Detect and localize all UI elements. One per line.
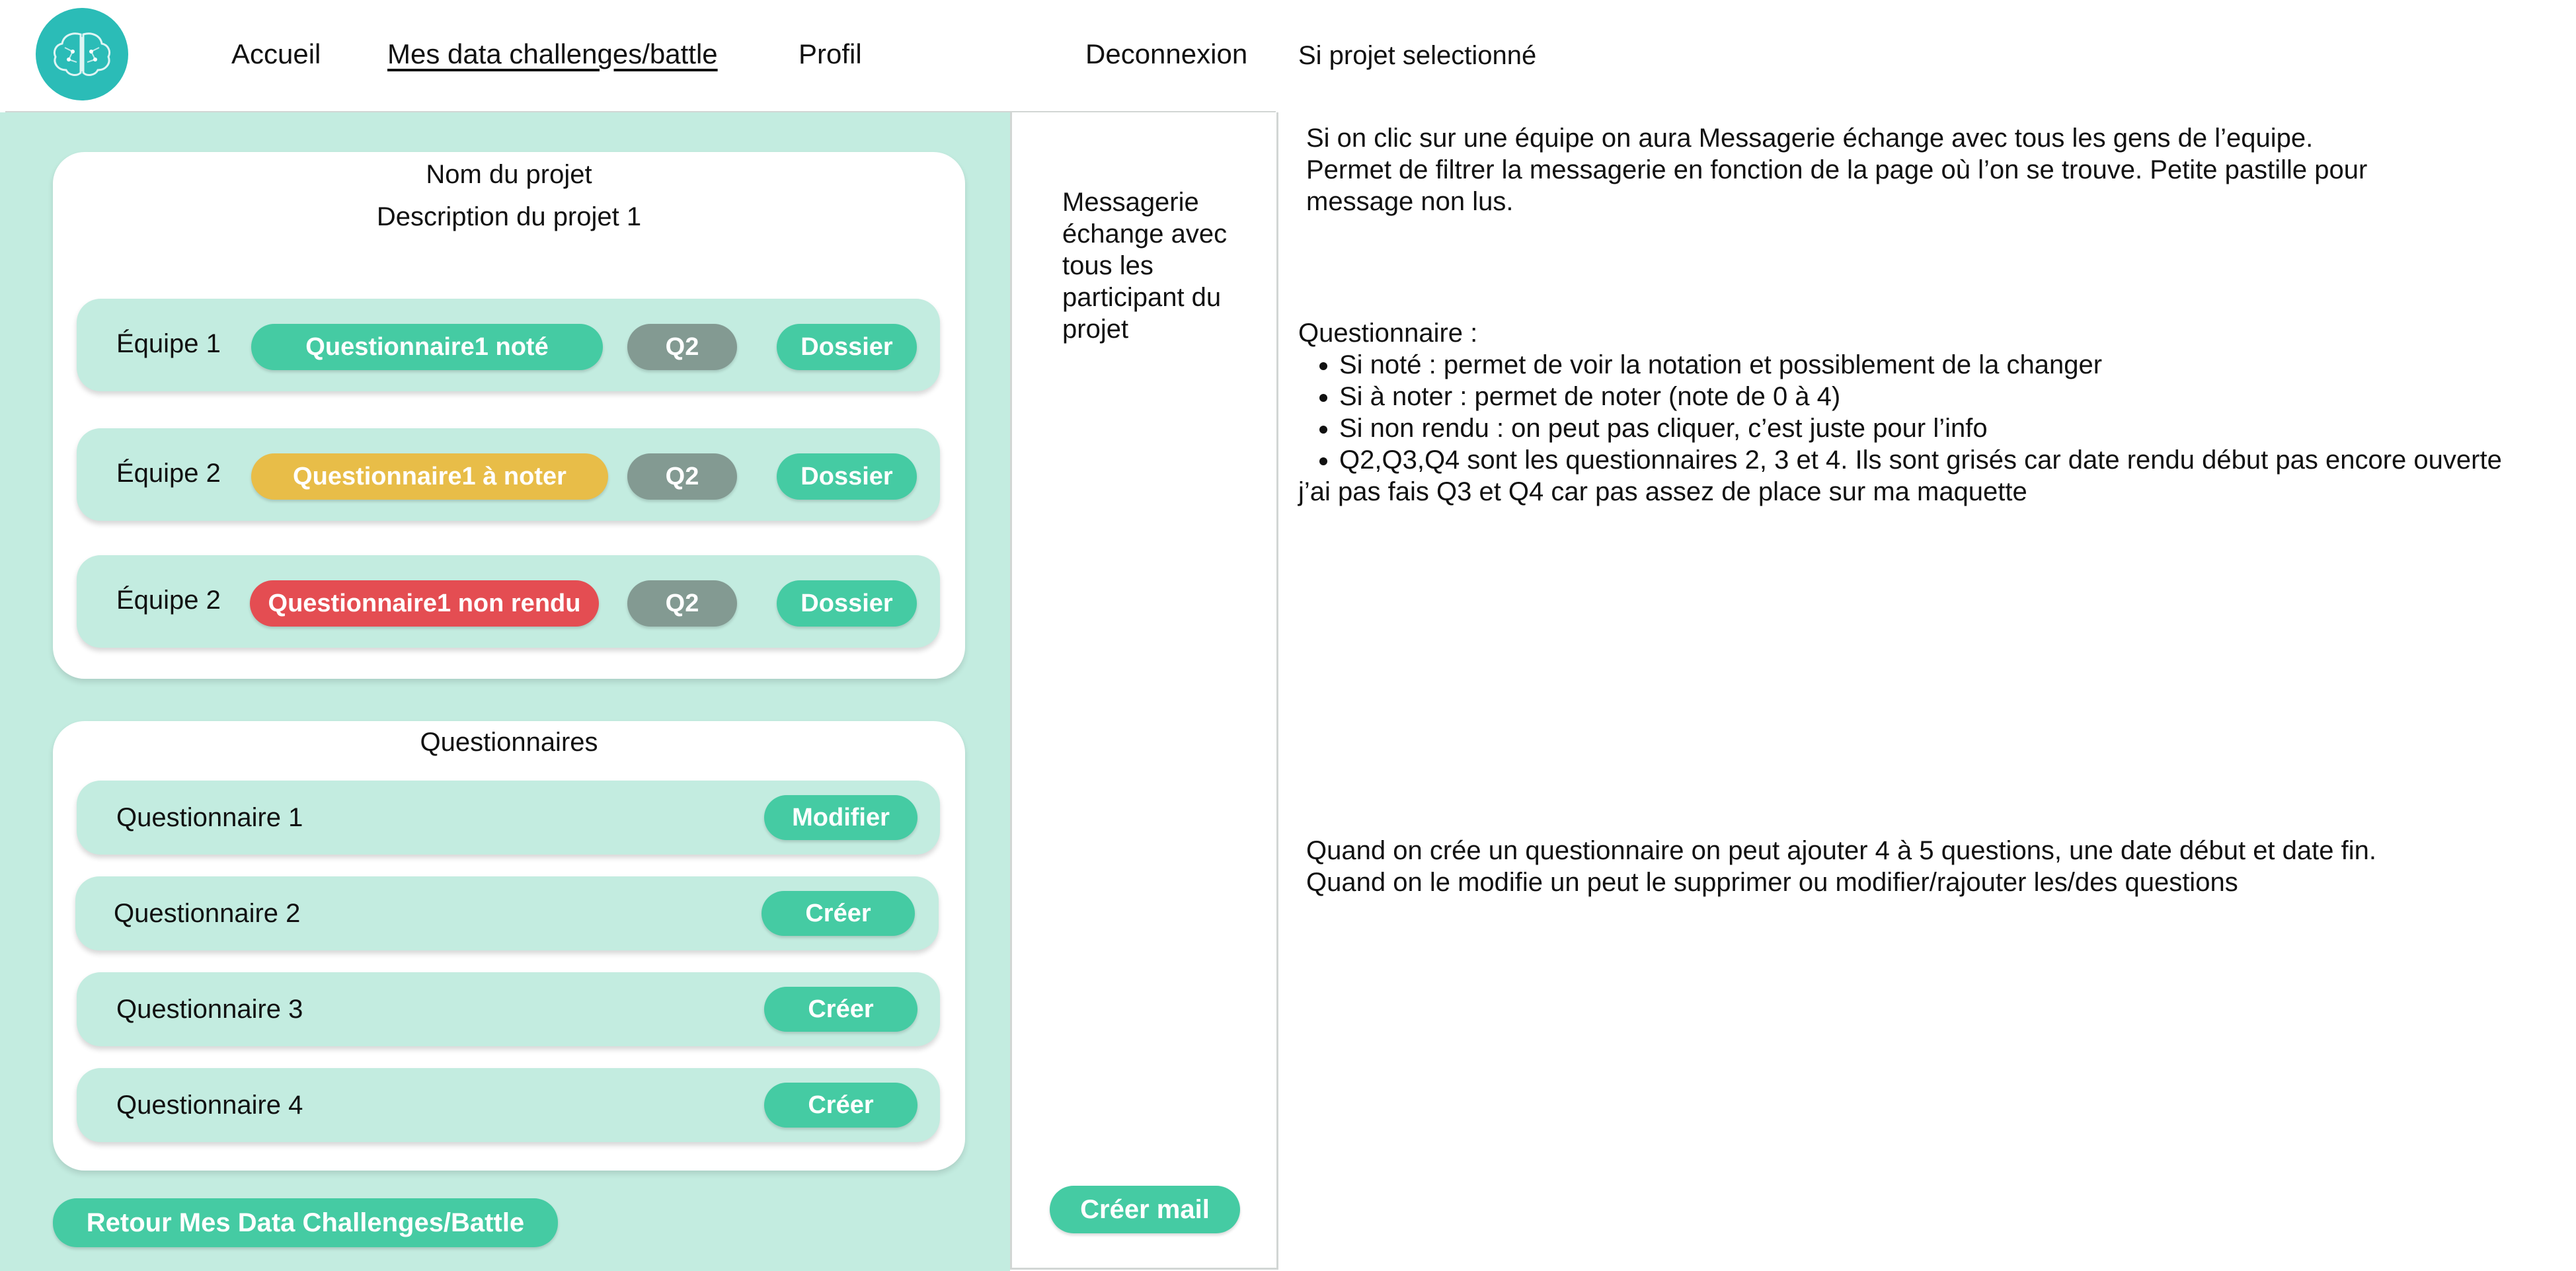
annotation-heading: Questionnaire : <box>1298 319 1478 348</box>
questionnaire-label: Questionnaire 2 <box>114 899 301 928</box>
annotation-bullet: Si à noter : permet de noter (note de 0 … <box>1339 381 2567 412</box>
annotation-bullet: Si non rendu : on peut pas cliquer, c’es… <box>1339 412 2567 444</box>
create-questionnaire-button[interactable]: Créer <box>764 987 917 1032</box>
q2-disabled-button: Q2 <box>627 453 737 500</box>
nav-deconnexion[interactable]: Deconnexion <box>1085 38 1247 70</box>
annotation-line: Permet de filtrer la messagerie en fonct… <box>1306 155 2368 184</box>
folder-button[interactable]: Dossier <box>777 324 917 370</box>
team-label: Équipe 2 <box>116 459 221 488</box>
annotation-bullet: Si noté : permet de voir la notation et … <box>1339 349 2567 381</box>
annotation-creation: Quand on crée un questionnaire on peut a… <box>1306 835 2562 898</box>
questionnaire-label: Questionnaire 3 <box>116 995 303 1024</box>
questionnaire-row: Questionnaire 1 Modifier <box>77 781 940 855</box>
top-nav-bar: Accueil Mes data challenges/battle Profi… <box>5 0 1276 113</box>
questionnaires-card: Questionnaires Questionnaire 1 Modifier … <box>53 721 965 1171</box>
nav-profil[interactable]: Profil <box>799 38 862 70</box>
messaging-panel: Messagerie échange avec tous les partici… <box>1010 112 1278 1270</box>
project-name: Nom du projet <box>426 160 592 189</box>
team-label: Équipe 2 <box>116 586 221 615</box>
back-to-challenges-button[interactable]: Retour Mes Data Challenges/Battle <box>53 1198 558 1247</box>
questionnaire-label: Questionnaire 4 <box>116 1091 303 1120</box>
team-row[interactable]: Équipe 1 Questionnaire1 noté Q2 Dossier <box>77 299 940 391</box>
create-mail-button[interactable]: Créer mail <box>1050 1186 1240 1233</box>
annotation-footer: j’ai pas fais Q3 et Q4 car pas assez de … <box>1298 477 2027 506</box>
folder-button[interactable]: Dossier <box>777 453 917 500</box>
questionnaire1-noted-button[interactable]: Questionnaire1 noté <box>251 324 603 370</box>
annotation-bullet: Q2,Q3,Q4 sont les questionnaires 2, 3 et… <box>1339 444 2567 476</box>
brain-icon <box>53 32 111 76</box>
folder-button[interactable]: Dossier <box>777 580 917 627</box>
questionnaires-title: Questionnaires <box>420 728 598 757</box>
annotation-title: Si projet selectionné <box>1298 41 1537 70</box>
questionnaire-row: Questionnaire 3 Créer <box>77 972 940 1046</box>
project-description: Description du projet 1 <box>376 202 642 231</box>
messaging-text: Messagerie échange avec tous les partici… <box>1062 188 1228 344</box>
annotation-line: Quand on crée un questionnaire on peut a… <box>1306 836 2376 865</box>
questionnaire1-to-grade-button[interactable]: Questionnaire1 à noter <box>251 453 608 500</box>
nav-mes-data-challenges[interactable]: Mes data challenges/battle <box>387 38 718 70</box>
questionnaire-row: Questionnaire 2 Créer <box>75 876 939 950</box>
create-questionnaire-button[interactable]: Créer <box>764 1083 917 1128</box>
modify-questionnaire-button[interactable]: Modifier <box>764 795 917 840</box>
annotation-line: message non lus. <box>1306 187 1514 216</box>
annotation-line: Quand on le modifie un peut le supprimer… <box>1306 868 2238 897</box>
annotation-messaging: Si on clic sur une équipe on aura Messag… <box>1306 122 2562 217</box>
team-label: Équipe 1 <box>116 329 221 358</box>
annotation-questionnaire: Questionnaire : Si noté : permet de voir… <box>1298 317 2567 508</box>
brain-logo-icon[interactable] <box>36 8 128 100</box>
annotation-line: Si on clic sur une équipe on aura Messag… <box>1306 124 2314 153</box>
questionnaire-label: Questionnaire 1 <box>116 803 303 832</box>
q2-disabled-button: Q2 <box>627 324 737 370</box>
nav-accueil[interactable]: Accueil <box>231 38 321 70</box>
team-row[interactable]: Équipe 2 Questionnaire1 non rendu Q2 Dos… <box>77 555 940 648</box>
team-row[interactable]: Équipe 2 Questionnaire1 à noter Q2 Dossi… <box>77 428 940 521</box>
create-questionnaire-button[interactable]: Créer <box>761 891 915 936</box>
questionnaire-row: Questionnaire 4 Créer <box>77 1068 940 1142</box>
questionnaire1-not-submitted-badge: Questionnaire1 non rendu <box>250 580 599 627</box>
q2-disabled-button: Q2 <box>627 580 737 627</box>
project-card: Nom du projet Description du projet 1 Éq… <box>53 152 965 679</box>
